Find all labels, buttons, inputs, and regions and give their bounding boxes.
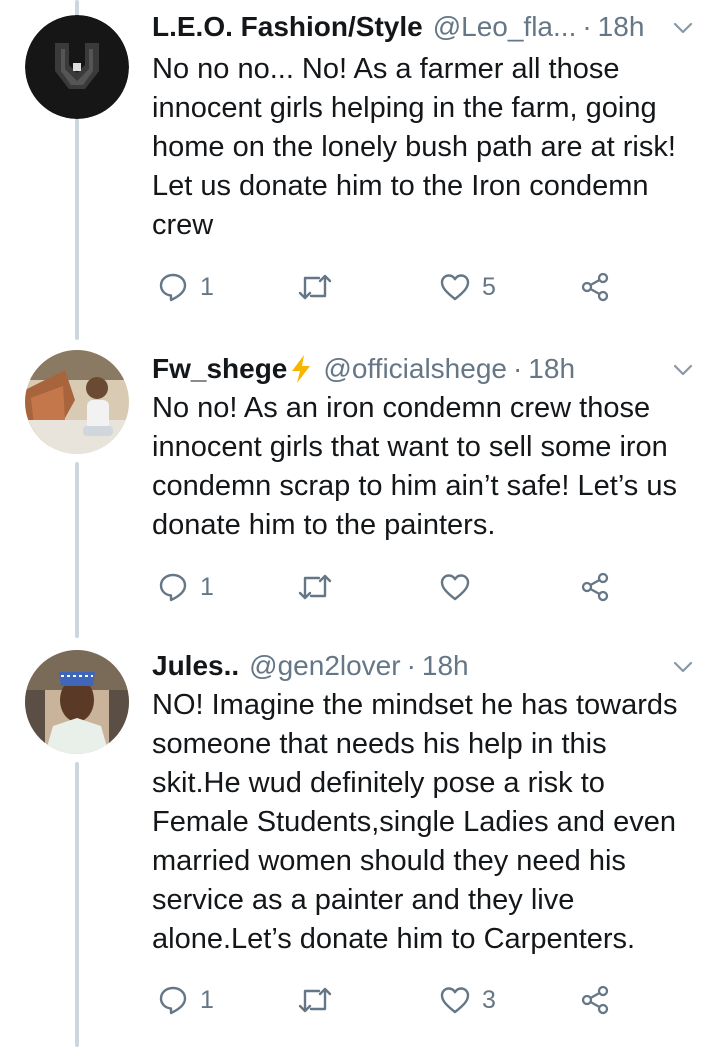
tweet-line: condemn scrap to him ain’t safe! Let’s u… (152, 470, 677, 502)
lightning-bolt-icon (289, 354, 313, 384)
separator-dot: · (582, 11, 592, 42)
share-icon (581, 272, 609, 302)
reply-icon (159, 273, 187, 302)
like-count: 5 (482, 272, 496, 301)
display-name[interactable]: L.E.O. Fashion/Style (152, 11, 423, 43)
retweet-icon (298, 574, 332, 600)
display-name[interactable]: Fw_shege (152, 353, 287, 385)
tweet[interactable]: L.E.O. Fashion/Style @Leo_fla... · 18h N… (0, 5, 720, 330)
reply-icon (159, 573, 187, 602)
tweet-line: service as a painter and they live (152, 884, 575, 916)
retweet-button[interactable] (298, 980, 344, 1020)
action-bar: 1 5 (0, 267, 720, 307)
retweet-icon (298, 987, 332, 1013)
separator-dot: · (406, 650, 416, 681)
tweet-line: skit.He wud definitely pose a risk to (152, 767, 605, 799)
chevron-down-icon[interactable] (672, 17, 694, 39)
tweet-line: crew (152, 209, 214, 241)
tweet-header: Jules.. @gen2lover · 18h (152, 644, 469, 688)
avatar-logo-image (25, 15, 129, 119)
share-button[interactable] (580, 267, 610, 307)
tweet-text: No no! As an iron condemn crew those inn… (152, 389, 712, 545)
tweet-line: NO! Imagine the mindset he has towards (152, 689, 678, 721)
tweet[interactable]: Fw_shege @officialshege · 18h No no! As … (0, 347, 720, 637)
tweet-line: donate him to the painters. (152, 509, 496, 541)
avatar[interactable] (25, 650, 129, 754)
tweet-line: alone.Let’s donate him to Carpenters. (152, 923, 636, 955)
share-button[interactable] (580, 567, 610, 607)
like-button[interactable]: 3 (440, 980, 496, 1020)
avatar[interactable] (25, 350, 129, 454)
heart-icon (440, 574, 470, 601)
share-icon (581, 572, 609, 602)
chevron-down-icon[interactable] (672, 359, 694, 381)
user-handle[interactable]: @gen2lover (249, 650, 400, 682)
like-count: 3 (482, 985, 496, 1014)
reply-count: 1 (200, 272, 214, 301)
tweet-line: Let us donate him to the Iron condemn (152, 170, 649, 202)
tweet-header: Fw_shege @officialshege · 18h (152, 347, 575, 391)
tweet-line: married women should they need his (152, 845, 626, 877)
reply-button[interactable]: 1 (158, 567, 214, 607)
display-name[interactable]: Jules.. (152, 650, 239, 682)
share-icon (581, 985, 609, 1015)
reply-count: 1 (200, 985, 214, 1014)
action-bar: 1 (0, 567, 720, 607)
user-handle[interactable]: @officialshege (323, 353, 507, 385)
like-button[interactable] (440, 567, 482, 607)
chevron-down-icon[interactable] (672, 656, 694, 678)
reply-count: 1 (200, 572, 214, 601)
timestamp[interactable]: 18h (528, 353, 575, 385)
heart-icon (440, 274, 470, 301)
tweet-header: L.E.O. Fashion/Style @Leo_fla... · 18h (152, 5, 644, 49)
like-button[interactable]: 5 (440, 267, 496, 307)
reply-button[interactable]: 1 (158, 267, 214, 307)
avatar-photo-image (25, 350, 129, 454)
share-button[interactable] (580, 980, 610, 1020)
tweet-line: No no! As an iron condemn crew those (152, 392, 651, 424)
retweet-button[interactable] (298, 567, 344, 607)
tweet-line: innocent girls that want to sell some ir… (152, 431, 668, 463)
tweet-line: home on the lonely bush path are at risk… (152, 131, 676, 163)
heart-icon (440, 987, 470, 1014)
action-bar: 1 3 (0, 980, 720, 1020)
user-handle[interactable]: @Leo_fla... (433, 11, 577, 43)
tweet-line: innocent girls helping in the farm, goin… (152, 92, 657, 124)
reply-icon (159, 986, 187, 1015)
reply-button[interactable]: 1 (158, 980, 214, 1020)
retweet-button[interactable] (298, 267, 344, 307)
tweet-line: No no no... No! As a farmer all those (152, 53, 620, 85)
timestamp[interactable]: 18h (422, 650, 469, 682)
separator-dot: · (512, 353, 523, 384)
tweet-text: No no no... No! As a farmer all those in… (152, 50, 712, 245)
tweet-line: Female Students,single Ladies and even (152, 806, 676, 838)
tweet-text: NO! Imagine the mindset he has towards s… (152, 686, 712, 959)
avatar[interactable] (25, 15, 129, 119)
avatar-photo-image (25, 650, 129, 754)
tweet-line: someone that needs his help in this (152, 728, 607, 760)
retweet-icon (298, 274, 332, 300)
tweet[interactable]: Jules.. @gen2lover · 18h NO! Imagine the… (0, 644, 720, 1044)
timestamp[interactable]: 18h (598, 11, 645, 43)
